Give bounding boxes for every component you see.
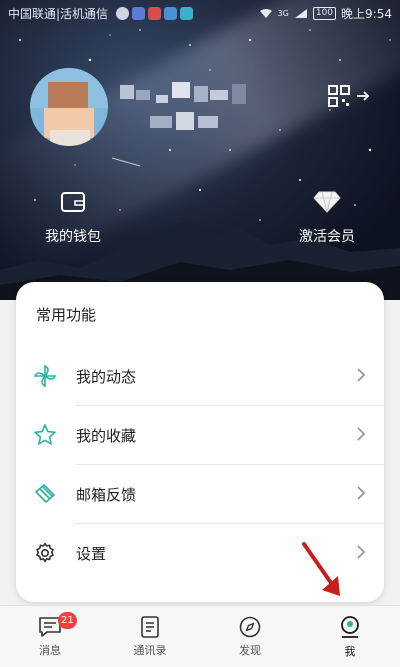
app-notification-icon	[180, 6, 194, 20]
bottom-tab-bar: 21 消息 通讯录 发现 我	[0, 605, 400, 667]
tab-me[interactable]: 我	[300, 606, 400, 667]
wallet-button[interactable]: 我的钱包	[28, 188, 118, 246]
tab-messages[interactable]: 21 消息	[0, 606, 100, 667]
signal-icon	[294, 8, 307, 18]
tab-contacts[interactable]: 通讯录	[100, 606, 200, 667]
arrow-right-icon	[357, 91, 370, 101]
activate-membership-button[interactable]: 激活会员	[282, 188, 372, 246]
username-pixelated	[120, 82, 246, 130]
menu-item-label: 邮箱反馈	[76, 485, 137, 504]
tab-label: 通讯录	[133, 643, 167, 657]
qr-code-button[interactable]	[328, 82, 372, 110]
compass-icon	[239, 616, 261, 637]
menu-item-label: 我的收藏	[76, 426, 137, 445]
notification-icons	[116, 6, 194, 20]
tab-label: 我	[344, 644, 356, 658]
annotation-arrow	[302, 542, 340, 596]
avatar[interactable]	[30, 68, 108, 146]
profile-header	[0, 0, 400, 300]
app-notification-icon	[148, 6, 162, 20]
contacts-icon	[141, 615, 159, 638]
clock: 晚上9:54	[341, 6, 392, 21]
star-icon	[34, 424, 56, 445]
card-title: 常用功能	[36, 306, 97, 324]
pinwheel-icon	[33, 364, 57, 388]
tab-label: 消息	[39, 643, 61, 657]
profile-icon	[341, 615, 359, 638]
status-bar: 中国联通|活机通信 3G 100 晚上9:54	[0, 0, 400, 26]
chevron-right-icon	[357, 545, 366, 559]
app-notification-icon	[164, 6, 178, 20]
mail-feedback-icon	[35, 484, 55, 503]
gear-icon	[36, 542, 54, 563]
menu-item-favorites[interactable]: 我的收藏	[16, 406, 384, 464]
wifi-icon	[259, 8, 272, 18]
tab-discover[interactable]: 发现	[200, 606, 300, 667]
chat-notification-icon	[116, 6, 130, 20]
chevron-right-icon	[357, 368, 366, 382]
unread-badge: 21	[58, 612, 77, 629]
diamond-icon	[313, 191, 341, 213]
tab-label: 发现	[239, 643, 261, 657]
qr-code-icon	[328, 85, 350, 107]
battery-indicator: 100	[312, 6, 337, 20]
app-notification-icon	[132, 6, 146, 20]
membership-label: 激活会员	[299, 229, 355, 245]
carrier-label: 中国联通|活机通信	[8, 6, 109, 21]
chevron-right-icon	[357, 427, 366, 441]
menu-item-my-posts[interactable]: 我的动态	[16, 347, 384, 405]
wallet-icon	[61, 192, 85, 212]
chevron-right-icon	[357, 486, 366, 500]
menu-item-mail-feedback[interactable]: 邮箱反馈	[16, 465, 384, 523]
wallet-label: 我的钱包	[45, 229, 101, 245]
menu-item-label: 我的动态	[76, 367, 137, 386]
menu-item-label: 设置	[76, 544, 107, 563]
network-type-label: 3G	[277, 8, 289, 18]
